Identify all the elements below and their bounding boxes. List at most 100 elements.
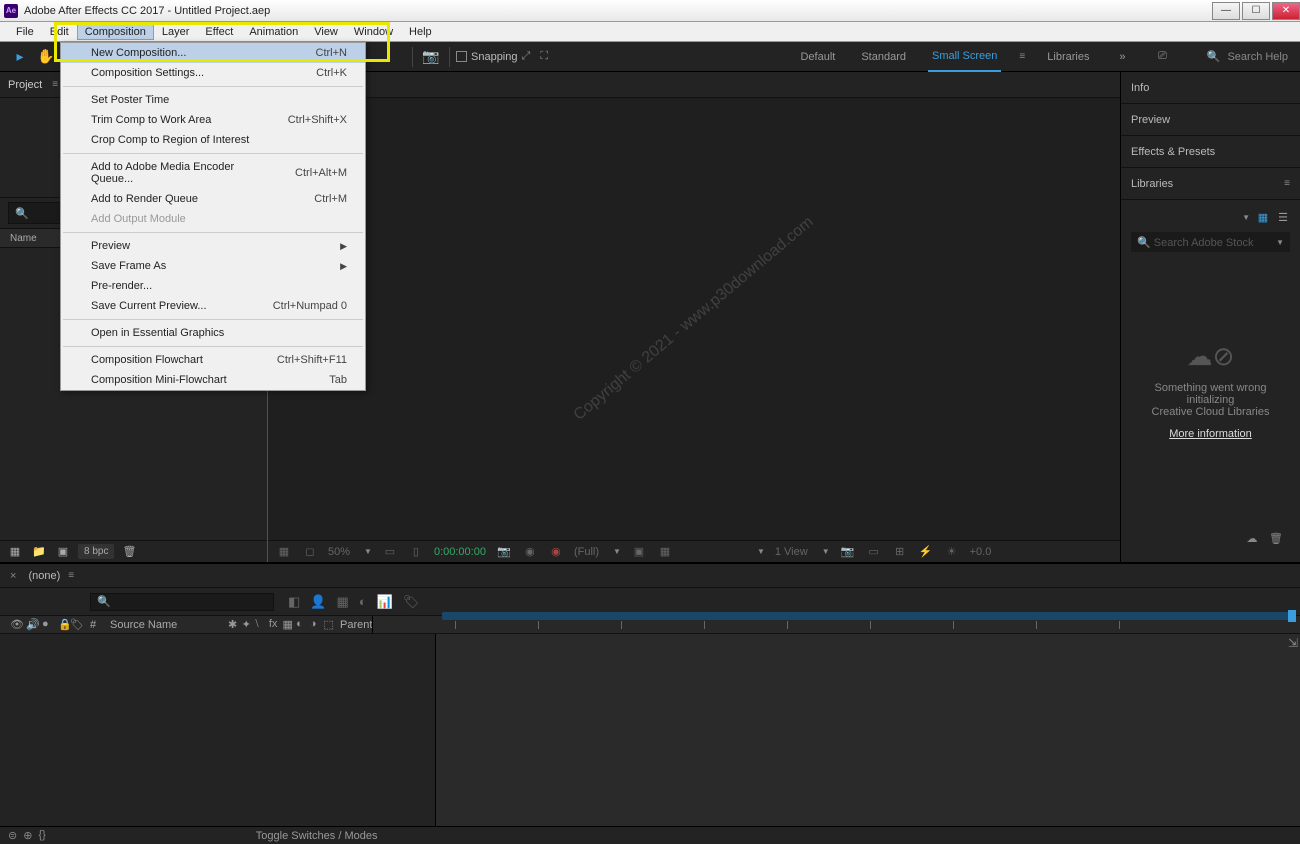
menu-item[interactable]: Composition FlowchartCtrl+Shift+F11 [61,350,365,370]
timeline-layers[interactable] [0,634,436,826]
workspace-menu-icon[interactable]: ≡ [1019,51,1025,62]
workspace-small-screen[interactable]: Small Screen [928,42,1001,72]
minimize-button[interactable]: — [1212,2,1240,20]
comp-icon[interactable]: ◧ [288,594,300,610]
sync-icon[interactable]: ⎚ [1151,46,1173,68]
exposure-value[interactable]: +0.0 [970,546,992,558]
transparency-icon[interactable]: ▦ [657,544,673,560]
help-search[interactable]: 🔍 Search Help [1205,49,1288,65]
grid-icon[interactable]: ◻ [302,544,318,560]
timeline-tab[interactable]: (none) [28,570,60,582]
libraries-panel-header[interactable]: Libraries≡ [1121,168,1300,200]
close-button[interactable]: ✕ [1272,2,1300,20]
folder-icon[interactable]: 📁 [30,544,48,560]
adobe-stock-search[interactable]: 🔍 Search Adobe Stock ▼ [1131,232,1290,252]
eye-icon[interactable]: 👁 [10,618,22,631]
project-tab[interactable]: Project [8,79,42,91]
mask-icon[interactable]: ▦ [276,544,292,560]
menu-item[interactable]: Crop Comp to Region of Interest [61,130,365,150]
selection-tool[interactable]: ▸ [8,45,32,69]
menu-item[interactable]: Trim Comp to Work AreaCtrl+Shift+X [61,110,365,130]
menu-item[interactable]: Set Poster Time [61,90,365,110]
menu-file[interactable]: File [8,24,42,40]
menu-item[interactable]: Add Output Module [61,209,365,229]
tab-close-icon[interactable]: × [10,570,16,582]
menu-edit[interactable]: Edit [42,24,77,40]
interpret-icon[interactable]: ▦ [6,544,24,560]
menu-item[interactable]: Preview▶ [61,236,365,256]
column-number[interactable]: # [82,619,104,631]
panel-menu-icon[interactable]: ≡ [68,570,74,581]
menu-item[interactable]: Open in Essential Graphics [61,323,365,343]
timeline-tracks[interactable]: ⇲ [436,634,1300,826]
bpc-badge[interactable]: 8 bpc [78,544,114,559]
effects-panel-header[interactable]: Effects & Presets [1121,136,1300,168]
roi-icon[interactable]: ▣ [631,544,647,560]
motion-blur-icon[interactable]: ◐ [359,594,367,610]
column-parent[interactable]: Parent [334,619,372,631]
menu-item[interactable]: Add to Render QueueCtrl+M [61,189,365,209]
snapshot-icon[interactable]: 📷 [496,544,512,560]
time-display[interactable]: 0:00:00:00 [434,546,486,558]
view-dropdown[interactable]: 1 View [775,546,808,558]
camera-tool[interactable]: 📷 [419,45,443,69]
preview-panel-header[interactable]: Preview [1121,104,1300,136]
workspace-overflow-icon[interactable]: » [1111,46,1133,68]
workspace-standard[interactable]: Standard [857,43,910,71]
menu-item[interactable]: Composition Settings...Ctrl+K [61,63,365,83]
expand-icon[interactable]: ⇲ [1288,636,1298,650]
workspace-default[interactable]: Default [796,43,839,71]
zoom-value[interactable]: 50% [328,546,350,558]
tag-icon[interactable]: 🏷 [403,594,420,610]
column-name[interactable]: Name [0,233,37,244]
menu-item[interactable]: New Composition...Ctrl+N [61,43,365,63]
menu-view[interactable]: View [306,24,346,40]
label-icon[interactable]: 🏷 [70,618,82,631]
grid-view-icon[interactable]: ▦ [1256,210,1270,224]
time-ruler[interactable] [372,616,1300,633]
graph-icon[interactable]: 📊 [377,594,393,610]
menu-item[interactable]: Save Frame As▶ [61,256,365,276]
trash-icon[interactable]: 🗑 [120,544,138,560]
column-source-name[interactable]: Source Name [104,619,224,631]
solo-icon[interactable]: ● [42,618,54,631]
pixel-icon[interactable]: ⊞ [892,544,908,560]
panel-menu-icon[interactable]: ≡ [1284,178,1290,189]
frame-icon[interactable]: ▯ [408,544,424,560]
shy-icon[interactable]: 👤 [310,594,326,610]
viewer-area[interactable]: Copyright © 2021 - www.p30download.com [268,98,1120,540]
trash-icon[interactable]: 🗑 [1268,530,1284,546]
list-view-icon[interactable]: ☰ [1276,210,1290,224]
more-info-link[interactable]: More information [1169,428,1252,440]
channel-icon[interactable]: ◉ [522,544,538,560]
chevron-down-icon[interactable]: ▼ [1242,213,1250,222]
menu-composition[interactable]: Composition [77,24,154,40]
timeline-search[interactable]: 🔍 [90,593,274,611]
panel-menu-icon[interactable]: ≡ [52,79,58,90]
menu-item[interactable]: Add to Adobe Media Encoder Queue...Ctrl+… [61,157,365,189]
menu-help[interactable]: Help [401,24,440,40]
maximize-button[interactable]: ☐ [1242,2,1270,20]
menu-animation[interactable]: Animation [241,24,306,40]
3d-icon[interactable]: 📷 [840,544,856,560]
channel2-icon[interactable]: ◉ [548,544,564,560]
menu-window[interactable]: Window [346,24,401,40]
mask2-icon[interactable]: ▭ [866,544,882,560]
speaker-icon[interactable]: 🔊 [26,618,38,631]
resolution-icon[interactable]: ▭ [382,544,398,560]
snapping-toggle[interactable]: Snapping ⤢ ⛶ [456,50,548,63]
menu-item[interactable]: Save Current Preview...Ctrl+Numpad 0 [61,296,365,316]
cloud-icon[interactable]: ☁ [1244,530,1260,546]
menu-layer[interactable]: Layer [154,24,198,40]
lock-icon[interactable]: 🔒 [58,618,70,631]
workspace-libraries[interactable]: Libraries [1043,43,1093,71]
menu-item[interactable]: Composition Mini-FlowchartTab [61,370,365,390]
exposure-icon[interactable]: ☀ [944,544,960,560]
fast-icon[interactable]: ⚡ [918,544,934,560]
resolution-dropdown[interactable]: (Full) [574,546,599,558]
hand-tool[interactable]: ✋ [34,45,58,69]
menu-item[interactable]: Pre-render... [61,276,365,296]
info-panel-header[interactable]: Info [1121,72,1300,104]
frame-blend-icon[interactable]: ▦ [336,594,348,610]
comp-icon[interactable]: ▣ [54,544,72,560]
